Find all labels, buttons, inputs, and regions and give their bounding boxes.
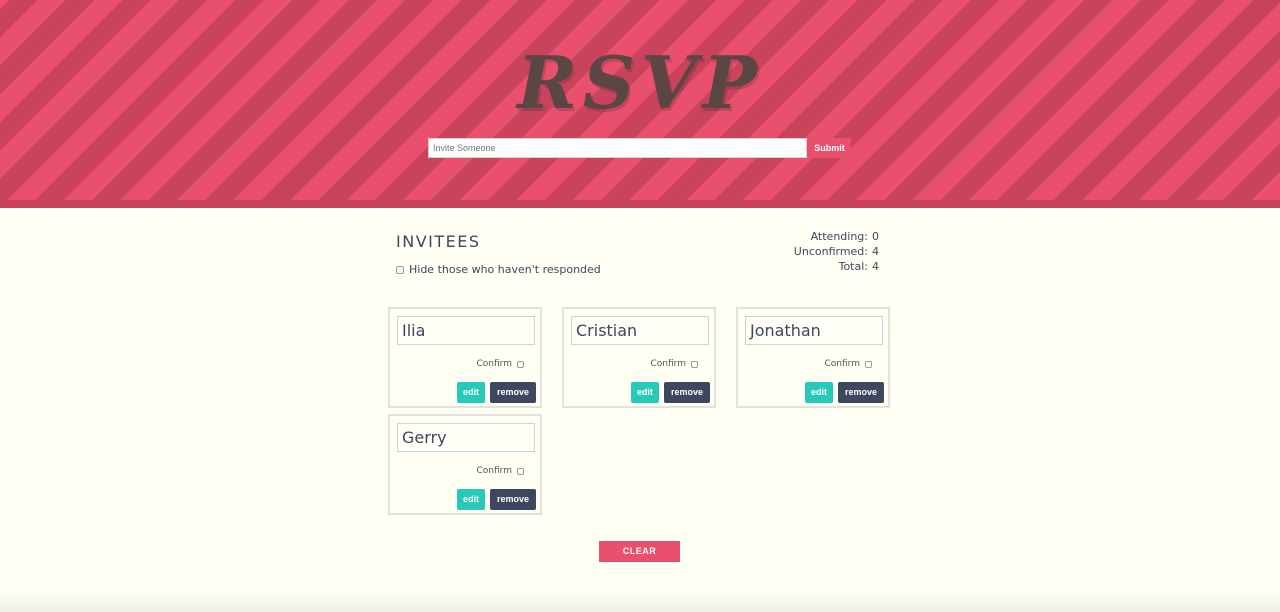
confirm-label: Confirm	[476, 466, 512, 476]
invitee-name: Gerry	[397, 423, 535, 452]
total-count-row: Total: 4	[794, 259, 886, 274]
remove-button[interactable]: remove	[490, 489, 536, 510]
invitee-card-gerry: Gerry Confirm edit remove	[388, 414, 542, 515]
confirm-checkbox[interactable]	[517, 467, 524, 475]
header-banner: RSVP Submit	[0, 0, 1280, 208]
edit-button[interactable]: edit	[457, 382, 485, 403]
unconfirmed-value: 4	[872, 245, 879, 258]
remove-button[interactable]: remove	[490, 382, 536, 403]
attending-value: 0	[872, 230, 879, 243]
clear-button[interactable]: CLEAR	[599, 541, 680, 562]
invitee-card-jonathan: Jonathan Confirm edit remove	[736, 307, 890, 408]
edit-button[interactable]: edit	[805, 382, 833, 403]
confirm-toggle[interactable]: Confirm	[477, 466, 524, 476]
submit-button[interactable]: Submit	[808, 138, 851, 158]
confirm-label: Confirm	[476, 359, 512, 369]
attending-count-row: Attending: 0	[794, 229, 886, 244]
hide-unresponded-toggle[interactable]: Hide those who haven't responded	[396, 263, 601, 276]
edit-button[interactable]: edit	[457, 489, 485, 510]
total-value: 4	[872, 260, 879, 273]
confirm-toggle[interactable]: Confirm	[825, 359, 872, 369]
confirm-toggle[interactable]: Confirm	[651, 359, 698, 369]
invitees-title: INVITEES	[396, 232, 481, 251]
confirm-checkbox[interactable]	[691, 360, 698, 368]
total-label: Total:	[838, 260, 868, 273]
invitee-name: Cristian	[571, 316, 709, 345]
invitee-card-ilia: Ilia Confirm edit remove	[388, 307, 542, 408]
hide-unresponded-label: Hide those who haven't responded	[409, 263, 601, 276]
unconfirmed-count-row: Unconfirmed: 4	[794, 244, 886, 259]
remove-button[interactable]: remove	[664, 382, 710, 403]
edit-button[interactable]: edit	[631, 382, 659, 403]
bottom-shadow-divider	[0, 590, 1280, 612]
rsvp-counts: Attending: 0 Unconfirmed: 4 Total: 4	[794, 229, 886, 274]
unconfirmed-label: Unconfirmed:	[793, 245, 868, 258]
invitee-name: Jonathan	[745, 316, 883, 345]
hide-unresponded-checkbox[interactable]	[396, 265, 404, 274]
rsvp-logo: RSVP	[517, 40, 763, 125]
invite-input[interactable]	[428, 138, 807, 158]
invite-form: Submit	[428, 138, 851, 158]
confirm-toggle[interactable]: Confirm	[477, 359, 524, 369]
confirm-label: Confirm	[824, 359, 860, 369]
invitee-card-cristian: Cristian Confirm edit remove	[562, 307, 716, 408]
invitee-name: Ilia	[397, 316, 535, 345]
confirm-label: Confirm	[650, 359, 686, 369]
attending-label: Attending:	[810, 230, 868, 243]
remove-button[interactable]: remove	[838, 382, 884, 403]
confirm-checkbox[interactable]	[517, 360, 524, 368]
confirm-checkbox[interactable]	[865, 360, 872, 368]
